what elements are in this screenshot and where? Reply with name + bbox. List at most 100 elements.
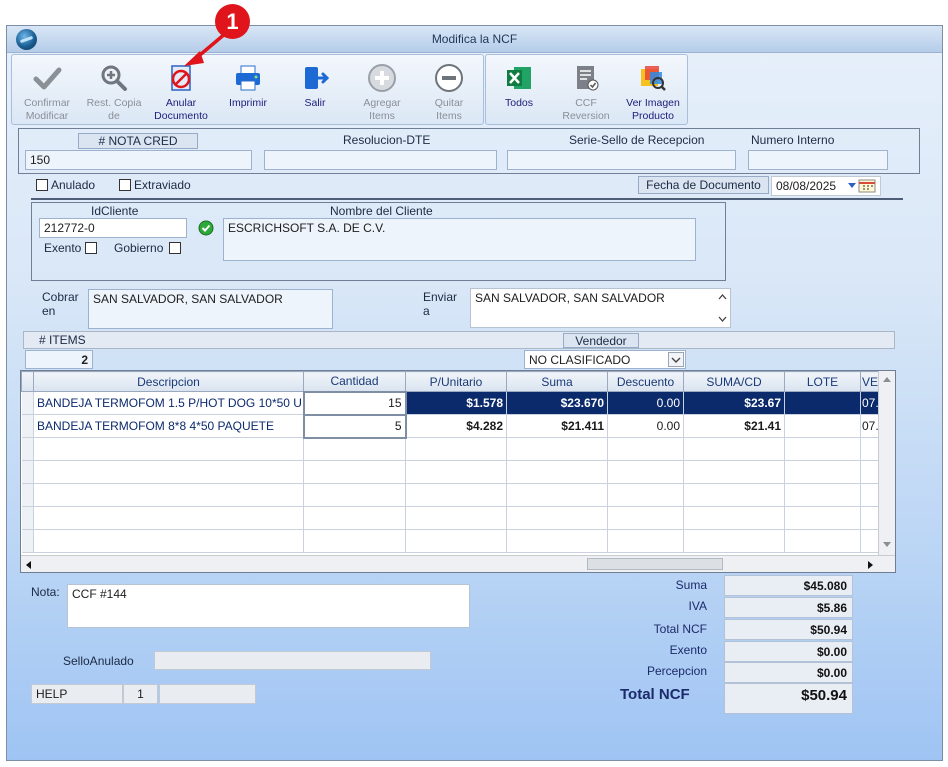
anular-label2: Documento xyxy=(154,110,208,122)
header-divider xyxy=(31,198,903,200)
enviar-scroll-arrows-icon[interactable] xyxy=(718,292,727,324)
cell-lote[interactable] xyxy=(784,391,861,415)
vendedor-select[interactable]: NO CLASIFICADO xyxy=(524,350,686,369)
rest-copia-button[interactable]: Rest. Copia de xyxy=(81,55,147,125)
col-ve[interactable]: VE xyxy=(860,371,879,392)
status-help: HELP xyxy=(31,684,123,704)
numero-interno-field[interactable] xyxy=(748,150,888,170)
cliente-verified-icon[interactable] xyxy=(198,220,214,236)
modifica-ncf-window: Modifica la NCF Confirmar Modificar Rest.… xyxy=(6,25,943,761)
idcliente-field[interactable]: 212772-0 xyxy=(39,218,187,238)
exento-total-value: $0.00 xyxy=(724,641,853,662)
items-grid: Descripcion Cantidad P/Unitario Suma Des… xyxy=(20,370,896,573)
ver-imagen-label2: Producto xyxy=(631,110,675,122)
row-selector[interactable] xyxy=(21,414,34,438)
nota-field[interactable]: CCF #144 xyxy=(67,584,470,628)
confirmar-modificar-button[interactable]: Confirmar Modificar xyxy=(14,55,80,125)
cell-suma[interactable]: $23.670 xyxy=(506,391,608,415)
table-row[interactable] xyxy=(21,506,879,530)
cell-descripcion[interactable]: BANDEJA TERMOFOM 1.5 P/HOT DOG 10*50 U xyxy=(33,391,304,415)
vendedor-dropdown-icon[interactable] xyxy=(668,352,684,367)
zoom-in-icon xyxy=(101,65,127,91)
nombre-cliente-label: Nombre del Cliente xyxy=(330,204,433,218)
quitar-label1: Quitar xyxy=(434,97,464,109)
gobierno-checkbox[interactable] xyxy=(169,242,181,254)
table-row[interactable] xyxy=(21,437,879,461)
col-suma[interactable]: Suma xyxy=(506,371,608,392)
table-row[interactable]: BANDEJA TERMOFOM 1.5 P/HOT DOG 10*50 U 1… xyxy=(21,390,879,416)
scroll-up-icon[interactable] xyxy=(882,375,892,383)
grid-horizontal-scrollbar[interactable] xyxy=(21,555,895,572)
cell-lote[interactable] xyxy=(784,414,861,438)
cell-descripcion[interactable]: BANDEJA TERMOFOM 8*8 4*50 PAQUETE xyxy=(33,414,304,438)
nombre-cliente-field[interactable]: ESCRICHSOFT S.A. DE C.V. xyxy=(223,218,696,261)
enviar-field[interactable]: SAN SALVADOR, SAN SALVADOR xyxy=(470,288,731,328)
horizontal-scroll-thumb[interactable] xyxy=(587,558,723,570)
status-num: 1 xyxy=(123,684,158,704)
iva-label: IVA xyxy=(688,599,707,613)
cell-ve[interactable]: 07. xyxy=(860,414,879,438)
col-lote[interactable]: LOTE xyxy=(784,371,861,392)
scroll-left-icon[interactable] xyxy=(24,560,32,570)
scroll-down-icon[interactable] xyxy=(882,541,892,549)
confirmar-label2: Modificar xyxy=(25,110,69,122)
agregar-items-button[interactable]: Agregar Items xyxy=(349,55,415,125)
enviar-label: Enviar a xyxy=(423,290,457,318)
extraviado-checkbox[interactable] xyxy=(119,179,131,191)
imprimir-label: Imprimir xyxy=(229,97,267,109)
cobrar-field[interactable]: SAN SALVADOR, SAN SALVADOR xyxy=(88,289,333,329)
grand-total-label: Total NCF xyxy=(620,686,690,703)
scroll-right-icon[interactable] xyxy=(867,560,875,570)
nota-cred-field[interactable]: 150 xyxy=(25,150,252,170)
salir-label: Salir xyxy=(304,97,326,109)
printer-icon xyxy=(236,65,260,91)
salir-button[interactable]: Salir xyxy=(282,55,348,125)
col-suma-cd[interactable]: SUMA/CD xyxy=(683,371,785,392)
cell-cantidad[interactable]: 15 xyxy=(302,390,407,416)
table-row[interactable] xyxy=(21,483,879,507)
cell-suma-cd[interactable]: $21.41 xyxy=(683,414,785,438)
table-row[interactable] xyxy=(21,460,879,484)
quitar-items-button[interactable]: Quitar Items xyxy=(416,55,482,125)
resolucion-dte-field[interactable] xyxy=(264,150,497,170)
total-ncf-value: $50.94 xyxy=(724,619,853,640)
serie-sello-field[interactable] xyxy=(507,150,736,170)
table-row[interactable]: BANDEJA TERMOFOM 8*8 4*50 PAQUETE 5 $4.2… xyxy=(21,413,879,439)
cell-descuento[interactable]: 0.00 xyxy=(607,414,684,438)
app-globe-icon[interactable] xyxy=(16,29,37,50)
vendedor-label: Vendedor xyxy=(563,333,639,348)
row-selector[interactable] xyxy=(21,391,34,415)
cell-punitario[interactable]: $1.578 xyxy=(405,391,507,415)
col-punitario[interactable]: P/Unitario xyxy=(405,371,507,392)
col-cantidad[interactable]: Cantidad xyxy=(303,371,406,392)
calendar-dropdown-icon[interactable] xyxy=(846,179,878,193)
ccf-reversion-button[interactable]: CCF Reversion xyxy=(553,55,619,125)
sello-anulado-field[interactable] xyxy=(154,651,431,670)
resolucion-dte-label: Resolucion-DTE xyxy=(343,133,431,147)
col-descripcion[interactable]: Descripcion xyxy=(33,371,304,392)
items-count-field: 2 xyxy=(25,350,93,369)
cell-suma-cd[interactable]: $23.67 xyxy=(683,391,785,415)
table-row[interactable] xyxy=(21,529,879,553)
window-title: Modifica la NCF xyxy=(431,32,518,46)
suma-label: Suma xyxy=(675,578,707,592)
nota-cred-label: # NOTA CRED xyxy=(78,133,198,149)
anulado-checkbox[interactable] xyxy=(36,179,48,191)
ver-imagen-label1: Ver Imagen xyxy=(626,97,680,109)
agregar-label1: Agregar xyxy=(363,97,401,109)
items-table: Descripcion Cantidad P/Unitario Suma Des… xyxy=(21,371,879,553)
cell-suma[interactable]: $21.411 xyxy=(506,414,608,438)
todos-button[interactable]: Todos xyxy=(486,55,552,125)
enviar-value: SAN SALVADOR, SAN SALVADOR xyxy=(475,291,665,305)
cell-cantidad[interactable]: 5 xyxy=(302,413,407,439)
ver-imagen-producto-button[interactable]: Ver Imagen Producto xyxy=(620,55,686,125)
cell-descuento[interactable]: 0.00 xyxy=(607,391,684,415)
exento-total-label: Exento xyxy=(669,643,707,657)
grid-vertical-scrollbar[interactable] xyxy=(878,371,895,555)
idcliente-label: IdCliente xyxy=(91,204,139,218)
cell-ve[interactable]: 07. xyxy=(860,391,879,415)
exento-checkbox[interactable] xyxy=(85,242,97,254)
exento-label: Exento xyxy=(44,241,82,255)
col-descuento[interactable]: Descuento xyxy=(607,371,684,392)
cell-punitario[interactable]: $4.282 xyxy=(405,414,507,438)
